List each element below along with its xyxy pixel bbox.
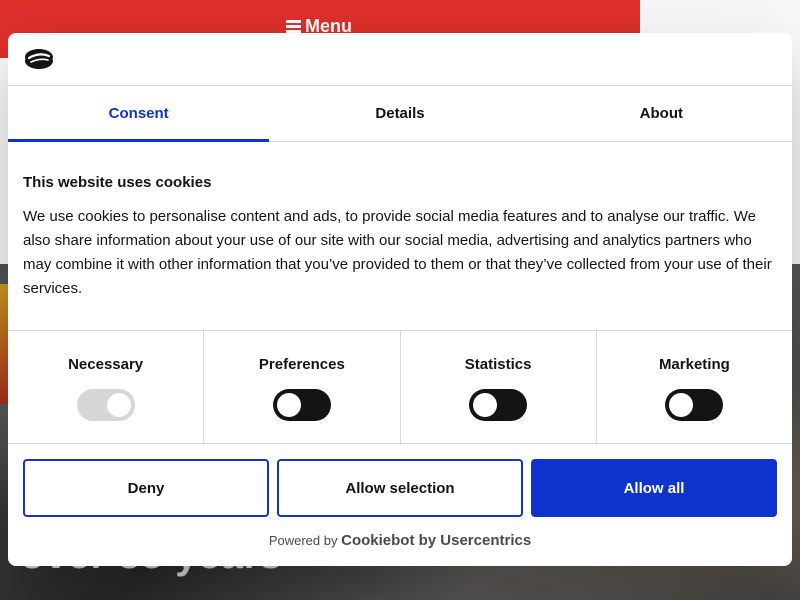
category-preferences: Preferences	[204, 331, 401, 443]
powered-by-label: Powered by	[268, 533, 338, 548]
dialog-header	[8, 33, 792, 86]
page: Menu over 35 years Consent Details	[0, 0, 800, 600]
consent-heading: This website uses cookies	[23, 174, 212, 191]
tab-label: About	[639, 105, 683, 122]
consent-panel: This website uses cookies We use cookies…	[23, 173, 775, 301]
category-statistics: Statistics	[401, 331, 597, 443]
toggle-knob	[669, 393, 694, 417]
toggle-knob	[106, 393, 131, 417]
preferences-toggle[interactable]	[272, 389, 331, 421]
deny-button[interactable]: Deny	[23, 459, 269, 517]
toggle-knob	[473, 393, 498, 417]
tab-details[interactable]: Details	[269, 86, 530, 141]
category-marketing: Marketing	[597, 331, 792, 443]
tab-label: Details	[375, 105, 425, 122]
dialog-tabs: Consent Details About	[8, 86, 792, 142]
toggle-knob	[276, 393, 301, 417]
category-label: Marketing	[658, 356, 730, 373]
marketing-toggle[interactable]	[665, 389, 724, 421]
consent-description: We use cookies to personalise content an…	[23, 208, 772, 297]
hamburger-icon	[286, 20, 301, 33]
cookie-categories: Necessary Preferences Statistics Marketi…	[8, 330, 792, 444]
category-label: Statistics	[464, 356, 532, 373]
category-necessary: Necessary	[8, 331, 205, 443]
statistics-toggle[interactable]	[469, 389, 528, 421]
tab-label: Consent	[108, 105, 169, 122]
tab-about[interactable]: About	[531, 86, 792, 141]
cookiebot-logo-icon	[25, 49, 53, 69]
tab-consent[interactable]: Consent	[8, 86, 270, 142]
dialog-buttons: Deny Allow selection Allow all	[23, 459, 777, 517]
allow-all-button[interactable]: Allow all	[531, 459, 777, 517]
category-label: Necessary	[68, 356, 144, 373]
cookiebot-brand-link[interactable]: Cookiebot by Usercentrics	[341, 532, 531, 549]
category-label: Preferences	[258, 356, 345, 373]
powered-by-footer: Powered by Cookiebot by Usercentrics	[8, 532, 792, 549]
allow-selection-button[interactable]: Allow selection	[277, 459, 523, 517]
cookie-consent-dialog: Consent Details About This website uses …	[8, 33, 792, 566]
necessary-toggle	[76, 389, 135, 421]
